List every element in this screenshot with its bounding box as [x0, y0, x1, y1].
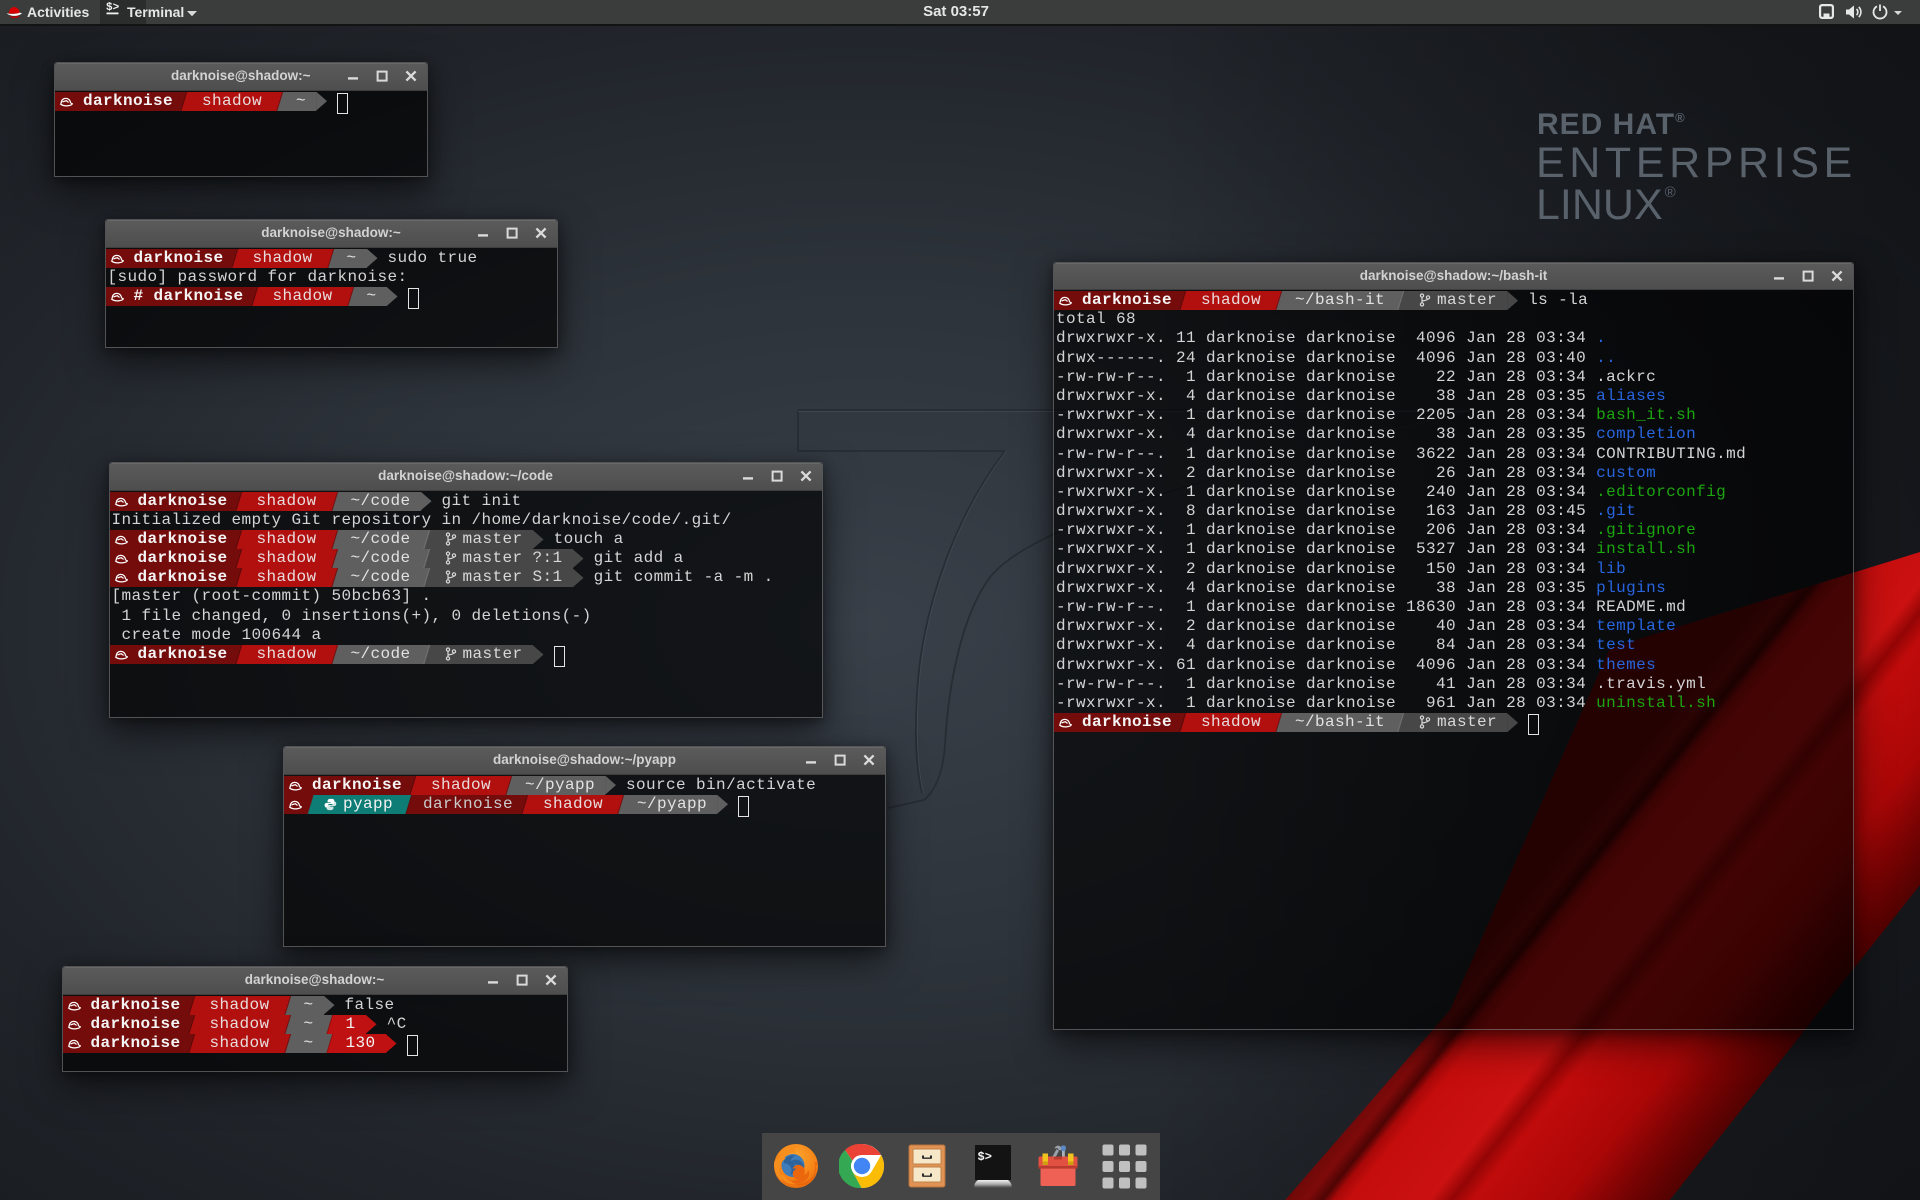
svg-text:ENTERPRISE: ENTERPRISE [1536, 139, 1857, 187]
svg-text:$>: $> [106, 2, 120, 14]
svg-text:LINUX®: LINUX® [1536, 181, 1676, 229]
svg-text:$>: $> [978, 1150, 992, 1164]
svg-text:RED HAT®: RED HAT® [1537, 108, 1686, 141]
